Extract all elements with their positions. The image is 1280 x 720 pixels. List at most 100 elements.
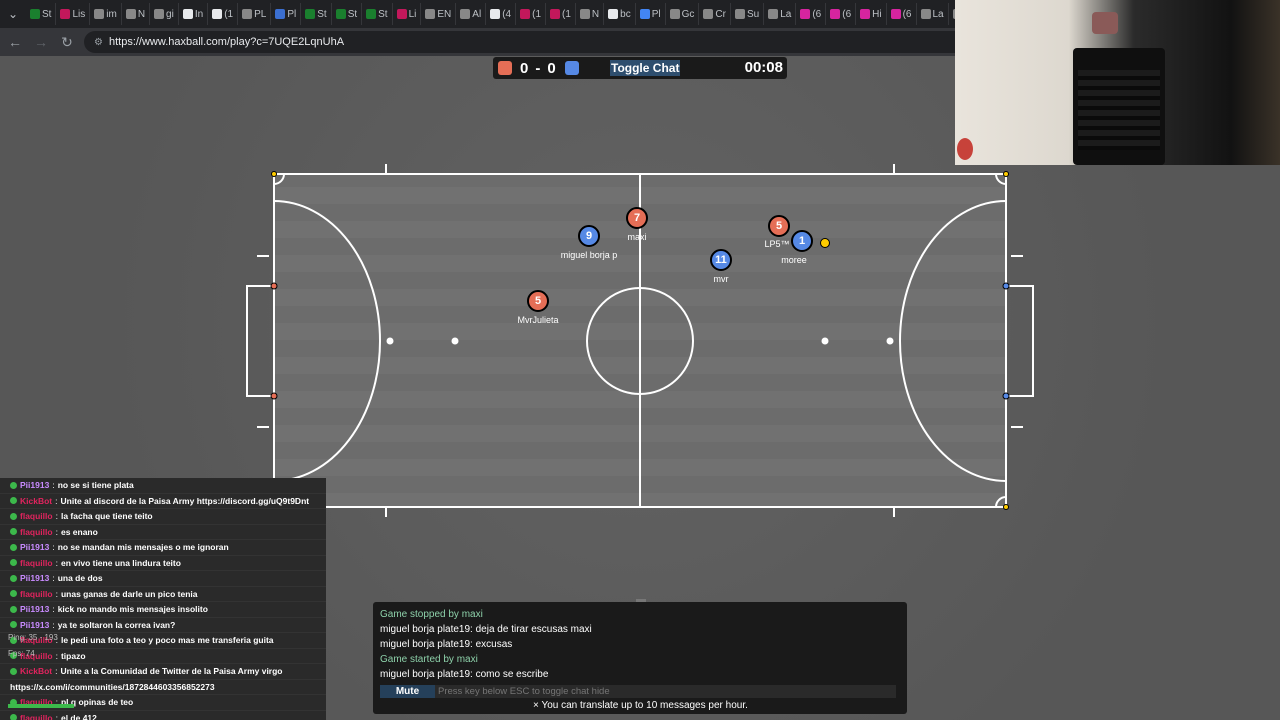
browser-tab[interactable]: (1	[208, 3, 239, 25]
url-field[interactable]: ⚙ https://www.haxball.com/play?c=7UQE2Lq…	[84, 31, 1014, 53]
tab-label: St	[42, 8, 52, 20]
tab-label: gi	[166, 8, 174, 20]
chat-message-row: Pii1913: no se mandan mis mensajes o me i…	[0, 540, 326, 556]
chat-username[interactable]: KickBot	[20, 666, 52, 676]
browser-tab[interactable]: gi	[150, 3, 179, 25]
browser-tab[interactable]: (6	[887, 3, 917, 25]
reload-icon[interactable]: ↻	[58, 34, 76, 51]
browser-tab[interactable]: im	[90, 3, 122, 25]
chat-username[interactable]: Pii1913	[20, 620, 49, 630]
webcam-lamp-object	[1092, 12, 1118, 34]
chat-message-text: el de 412	[60, 712, 97, 720]
red-score: 0	[520, 59, 530, 77]
chat-input[interactable]	[435, 685, 896, 698]
tab-label: St	[378, 8, 388, 20]
penalty-spot	[821, 337, 829, 345]
chat-username[interactable]: Pii1913	[20, 604, 49, 614]
chat-username[interactable]: KickBot	[20, 496, 52, 506]
tab-label: N	[137, 8, 146, 20]
browser-tab[interactable]: Al	[456, 3, 487, 25]
browser-tab[interactable]: Cr	[699, 3, 731, 25]
chat-message-row: flaquillo: es enano	[0, 525, 326, 540]
url-text: https://www.haxball.com/play?c=7UQE2LqnU…	[108, 36, 345, 48]
browser-tab[interactable]: EN	[421, 3, 457, 25]
chat-message-row: flaquillo: unas ganas de darle un pico te…	[0, 587, 326, 602]
chat-separator: :	[55, 511, 58, 522]
player-disc: 5	[527, 290, 549, 312]
chat-username[interactable]: flaquillo	[20, 713, 53, 720]
browser-tab[interactable]: (1	[516, 3, 547, 25]
chat-separator: :	[55, 495, 58, 506]
chat-username[interactable]: Pii1913	[20, 573, 49, 583]
chat-message-text: kick no mando mis mensajes insolito	[57, 604, 208, 615]
browser-tab[interactable]: St	[362, 3, 393, 25]
forward-arrow-icon[interactable]: →	[32, 34, 50, 50]
tab-favicon-icon	[242, 9, 253, 19]
browser-tab[interactable]: bc	[604, 3, 636, 25]
tab-label: (1	[224, 8, 234, 20]
chat-username[interactable]: flaquillo	[20, 511, 53, 521]
tab-label: In	[194, 8, 204, 20]
red-team-indicator	[498, 61, 512, 75]
chat-message-row: flaquillo: la facha que tiene teito	[0, 509, 326, 525]
tab-label: PL	[254, 8, 267, 20]
player-name: LP5™	[764, 239, 790, 249]
browser-tab[interactable]: Hi	[856, 3, 887, 25]
tab-favicon-icon	[579, 9, 590, 19]
chat-message-row: Pii1913: no se si tiene plata	[0, 478, 326, 494]
browser-tab[interactable]: St	[332, 3, 363, 25]
tab-label: La	[932, 8, 944, 20]
right-goal-post	[1002, 282, 1010, 290]
chat-username[interactable]: Pii1913	[20, 542, 49, 552]
browser-tab[interactable]: (4	[486, 3, 517, 25]
tab-favicon-icon	[920, 9, 931, 19]
fps-readout: Fps: 74	[8, 649, 35, 658]
browser-tab[interactable]: N	[122, 3, 151, 25]
chat-resize-handle[interactable]	[636, 599, 646, 602]
chat-message-row: KickBot: Unite a la Comunidad de Twitter …	[0, 664, 326, 680]
tab-favicon-icon	[396, 9, 407, 19]
browser-tab[interactable]: (6	[796, 3, 827, 25]
user-badge-icon	[10, 714, 17, 720]
tab-favicon-icon	[30, 9, 40, 19]
tab-favicon-icon	[639, 9, 650, 19]
browser-tab[interactable]: St	[301, 3, 332, 25]
browser-tab[interactable]: In	[179, 3, 209, 25]
browser-tab[interactable]: (1	[546, 3, 576, 25]
tab-favicon-icon	[305, 9, 316, 19]
browser-tab[interactable]: Pl	[636, 3, 666, 25]
tab-label: Pl	[287, 8, 297, 20]
browser-tab[interactable]: St	[26, 3, 57, 25]
browser-tab[interactable]: Gc	[666, 3, 700, 25]
user-badge-icon	[10, 574, 17, 582]
chat-message: miguel borja plate19: como se escribe	[380, 669, 549, 680]
match-timer: 00:08	[744, 59, 783, 76]
browser-tab[interactable]: PL	[238, 3, 272, 25]
browser-tab[interactable]: Su	[731, 3, 765, 25]
tab-favicon-icon	[860, 9, 871, 19]
tab-label: bc	[620, 8, 631, 20]
chat-username[interactable]: flaquillo	[20, 558, 53, 568]
browser-tab[interactable]: Lis	[56, 3, 91, 25]
chat-username[interactable]: flaquillo	[20, 527, 53, 537]
chat-username[interactable]: flaquillo	[20, 589, 53, 599]
browser-tab[interactable]: (6	[826, 3, 857, 25]
browser-tab[interactable]: Pl	[271, 3, 302, 25]
site-info-icon[interactable]: ⚙	[94, 37, 103, 48]
browser-tab[interactable]: La	[917, 3, 949, 25]
tab-search-chevron-icon[interactable]: ⌄	[0, 0, 26, 28]
chat-message-row: https://x.com/i/communities/187284460335…	[0, 680, 326, 695]
mute-button[interactable]: Mute	[380, 685, 435, 698]
tab-favicon-icon	[703, 9, 714, 19]
chat-message-row: flaquillo: pl q opinas de teo	[0, 695, 326, 711]
back-arrow-icon[interactable]: ←	[6, 34, 24, 50]
tab-label: (6	[812, 8, 822, 20]
browser-tab[interactable]: N	[576, 3, 605, 25]
toggle-chat-button[interactable]: Toggle Chat	[610, 60, 681, 76]
browser-tab[interactable]: La	[764, 3, 797, 25]
tab-favicon-icon	[460, 9, 471, 19]
player-name: MvrJulieta	[517, 315, 559, 325]
browser-tab[interactable]: Li	[393, 3, 422, 25]
chat-username[interactable]: Pii1913	[20, 480, 49, 490]
corner-flag	[1003, 171, 1009, 177]
